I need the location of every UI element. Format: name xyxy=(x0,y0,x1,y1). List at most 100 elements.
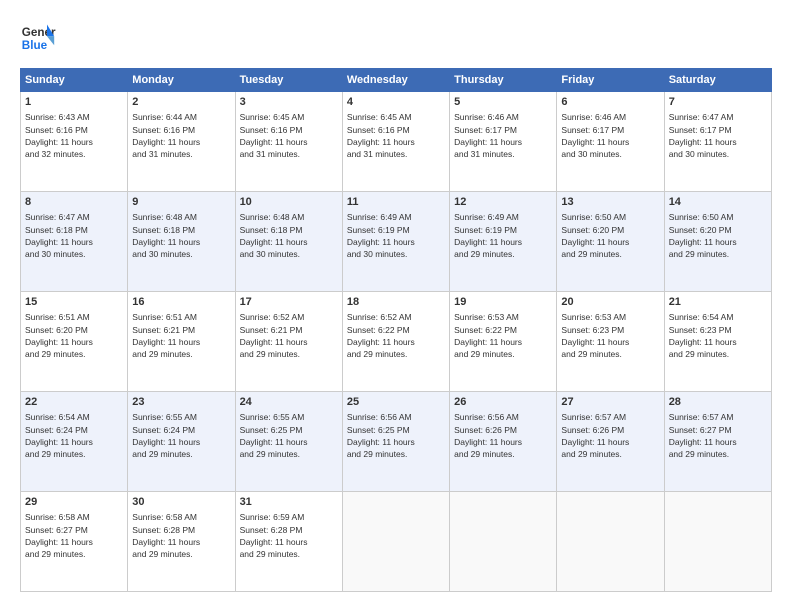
calendar-cell: 16Sunrise: 6:51 AM Sunset: 6:21 PM Dayli… xyxy=(128,292,235,392)
day-info: Sunrise: 6:45 AM Sunset: 6:16 PM Dayligh… xyxy=(240,111,338,160)
calendar-cell: 29Sunrise: 6:58 AM Sunset: 6:27 PM Dayli… xyxy=(21,492,128,592)
day-info: Sunrise: 6:50 AM Sunset: 6:20 PM Dayligh… xyxy=(669,211,767,260)
logo: General Blue xyxy=(20,20,56,56)
day-info: Sunrise: 6:55 AM Sunset: 6:24 PM Dayligh… xyxy=(132,411,230,460)
day-info: Sunrise: 6:56 AM Sunset: 6:26 PM Dayligh… xyxy=(454,411,552,460)
day-number: 20 xyxy=(561,295,659,310)
day-info: Sunrise: 6:51 AM Sunset: 6:20 PM Dayligh… xyxy=(25,311,123,360)
day-number: 15 xyxy=(25,295,123,310)
day-number: 23 xyxy=(132,395,230,410)
day-number: 12 xyxy=(454,195,552,210)
calendar-cell xyxy=(557,492,664,592)
day-number: 25 xyxy=(347,395,445,410)
calendar-cell: 23Sunrise: 6:55 AM Sunset: 6:24 PM Dayli… xyxy=(128,392,235,492)
calendar-cell: 12Sunrise: 6:49 AM Sunset: 6:19 PM Dayli… xyxy=(450,192,557,292)
svg-text:Blue: Blue xyxy=(22,39,48,52)
day-number: 17 xyxy=(240,295,338,310)
day-info: Sunrise: 6:51 AM Sunset: 6:21 PM Dayligh… xyxy=(132,311,230,360)
day-info: Sunrise: 6:56 AM Sunset: 6:25 PM Dayligh… xyxy=(347,411,445,460)
day-number: 22 xyxy=(25,395,123,410)
calendar-cell: 5Sunrise: 6:46 AM Sunset: 6:17 PM Daylig… xyxy=(450,92,557,192)
day-info: Sunrise: 6:49 AM Sunset: 6:19 PM Dayligh… xyxy=(347,211,445,260)
calendar-cell: 24Sunrise: 6:55 AM Sunset: 6:25 PM Dayli… xyxy=(235,392,342,492)
calendar-cell: 19Sunrise: 6:53 AM Sunset: 6:22 PM Dayli… xyxy=(450,292,557,392)
day-number: 9 xyxy=(132,195,230,210)
day-info: Sunrise: 6:53 AM Sunset: 6:22 PM Dayligh… xyxy=(454,311,552,360)
calendar-cell: 6Sunrise: 6:46 AM Sunset: 6:17 PM Daylig… xyxy=(557,92,664,192)
day-info: Sunrise: 6:54 AM Sunset: 6:23 PM Dayligh… xyxy=(669,311,767,360)
day-number: 6 xyxy=(561,95,659,110)
day-number: 11 xyxy=(347,195,445,210)
day-number: 1 xyxy=(25,95,123,110)
calendar-cell: 22Sunrise: 6:54 AM Sunset: 6:24 PM Dayli… xyxy=(21,392,128,492)
day-info: Sunrise: 6:57 AM Sunset: 6:26 PM Dayligh… xyxy=(561,411,659,460)
calendar-cell xyxy=(664,492,771,592)
day-number: 21 xyxy=(669,295,767,310)
day-info: Sunrise: 6:55 AM Sunset: 6:25 PM Dayligh… xyxy=(240,411,338,460)
calendar-cell: 2Sunrise: 6:44 AM Sunset: 6:16 PM Daylig… xyxy=(128,92,235,192)
day-number: 19 xyxy=(454,295,552,310)
day-info: Sunrise: 6:46 AM Sunset: 6:17 PM Dayligh… xyxy=(454,111,552,160)
calendar-cell: 27Sunrise: 6:57 AM Sunset: 6:26 PM Dayli… xyxy=(557,392,664,492)
day-number: 2 xyxy=(132,95,230,110)
calendar-header-monday: Monday xyxy=(128,69,235,92)
day-info: Sunrise: 6:52 AM Sunset: 6:22 PM Dayligh… xyxy=(347,311,445,360)
day-number: 26 xyxy=(454,395,552,410)
calendar-cell: 10Sunrise: 6:48 AM Sunset: 6:18 PM Dayli… xyxy=(235,192,342,292)
calendar-cell: 15Sunrise: 6:51 AM Sunset: 6:20 PM Dayli… xyxy=(21,292,128,392)
day-number: 31 xyxy=(240,495,338,510)
calendar-cell: 26Sunrise: 6:56 AM Sunset: 6:26 PM Dayli… xyxy=(450,392,557,492)
calendar-header-sunday: Sunday xyxy=(21,69,128,92)
calendar-cell: 31Sunrise: 6:59 AM Sunset: 6:28 PM Dayli… xyxy=(235,492,342,592)
day-info: Sunrise: 6:45 AM Sunset: 6:16 PM Dayligh… xyxy=(347,111,445,160)
day-info: Sunrise: 6:48 AM Sunset: 6:18 PM Dayligh… xyxy=(240,211,338,260)
calendar-week-row: 29Sunrise: 6:58 AM Sunset: 6:27 PM Dayli… xyxy=(21,492,772,592)
day-info: Sunrise: 6:53 AM Sunset: 6:23 PM Dayligh… xyxy=(561,311,659,360)
calendar-cell: 21Sunrise: 6:54 AM Sunset: 6:23 PM Dayli… xyxy=(664,292,771,392)
day-info: Sunrise: 6:43 AM Sunset: 6:16 PM Dayligh… xyxy=(25,111,123,160)
day-info: Sunrise: 6:52 AM Sunset: 6:21 PM Dayligh… xyxy=(240,311,338,360)
calendar-header-tuesday: Tuesday xyxy=(235,69,342,92)
day-info: Sunrise: 6:47 AM Sunset: 6:18 PM Dayligh… xyxy=(25,211,123,260)
calendar-header-friday: Friday xyxy=(557,69,664,92)
day-info: Sunrise: 6:59 AM Sunset: 6:28 PM Dayligh… xyxy=(240,511,338,560)
day-info: Sunrise: 6:57 AM Sunset: 6:27 PM Dayligh… xyxy=(669,411,767,460)
day-number: 7 xyxy=(669,95,767,110)
calendar-header-saturday: Saturday xyxy=(664,69,771,92)
calendar-week-row: 1Sunrise: 6:43 AM Sunset: 6:16 PM Daylig… xyxy=(21,92,772,192)
calendar-header-thursday: Thursday xyxy=(450,69,557,92)
day-number: 29 xyxy=(25,495,123,510)
calendar-cell: 14Sunrise: 6:50 AM Sunset: 6:20 PM Dayli… xyxy=(664,192,771,292)
day-number: 28 xyxy=(669,395,767,410)
calendar-cell: 8Sunrise: 6:47 AM Sunset: 6:18 PM Daylig… xyxy=(21,192,128,292)
calendar-cell xyxy=(450,492,557,592)
day-info: Sunrise: 6:47 AM Sunset: 6:17 PM Dayligh… xyxy=(669,111,767,160)
calendar-cell: 30Sunrise: 6:58 AM Sunset: 6:28 PM Dayli… xyxy=(128,492,235,592)
calendar-cell: 25Sunrise: 6:56 AM Sunset: 6:25 PM Dayli… xyxy=(342,392,449,492)
calendar-cell: 3Sunrise: 6:45 AM Sunset: 6:16 PM Daylig… xyxy=(235,92,342,192)
calendar-header-wednesday: Wednesday xyxy=(342,69,449,92)
day-info: Sunrise: 6:48 AM Sunset: 6:18 PM Dayligh… xyxy=(132,211,230,260)
day-info: Sunrise: 6:58 AM Sunset: 6:27 PM Dayligh… xyxy=(25,511,123,560)
calendar-week-row: 22Sunrise: 6:54 AM Sunset: 6:24 PM Dayli… xyxy=(21,392,772,492)
calendar-cell: 7Sunrise: 6:47 AM Sunset: 6:17 PM Daylig… xyxy=(664,92,771,192)
page: General Blue SundayMondayTuesdayWednesda… xyxy=(0,0,792,612)
calendar-cell: 17Sunrise: 6:52 AM Sunset: 6:21 PM Dayli… xyxy=(235,292,342,392)
logo-icon: General Blue xyxy=(20,20,56,56)
day-info: Sunrise: 6:46 AM Sunset: 6:17 PM Dayligh… xyxy=(561,111,659,160)
day-number: 14 xyxy=(669,195,767,210)
day-number: 4 xyxy=(347,95,445,110)
calendar-week-row: 8Sunrise: 6:47 AM Sunset: 6:18 PM Daylig… xyxy=(21,192,772,292)
day-number: 13 xyxy=(561,195,659,210)
calendar-header-row: SundayMondayTuesdayWednesdayThursdayFrid… xyxy=(21,69,772,92)
day-info: Sunrise: 6:50 AM Sunset: 6:20 PM Dayligh… xyxy=(561,211,659,260)
header: General Blue xyxy=(20,20,772,56)
calendar-cell: 28Sunrise: 6:57 AM Sunset: 6:27 PM Dayli… xyxy=(664,392,771,492)
calendar-cell: 13Sunrise: 6:50 AM Sunset: 6:20 PM Dayli… xyxy=(557,192,664,292)
day-number: 27 xyxy=(561,395,659,410)
day-number: 10 xyxy=(240,195,338,210)
day-info: Sunrise: 6:49 AM Sunset: 6:19 PM Dayligh… xyxy=(454,211,552,260)
day-info: Sunrise: 6:44 AM Sunset: 6:16 PM Dayligh… xyxy=(132,111,230,160)
day-number: 24 xyxy=(240,395,338,410)
day-number: 30 xyxy=(132,495,230,510)
